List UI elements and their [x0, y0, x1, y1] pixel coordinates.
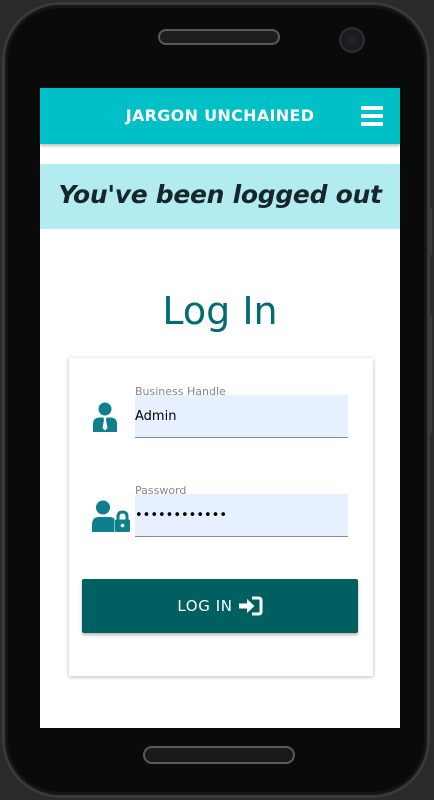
sign-in-icon [238, 596, 263, 616]
side-button [428, 314, 432, 434]
hamburger-menu-icon[interactable] [361, 106, 383, 126]
phone-camera [341, 29, 363, 51]
app-screen: JARGON UNCHAINED You've been logged out … [40, 88, 400, 728]
password-input[interactable] [135, 494, 348, 537]
phone-home-bar [145, 748, 293, 762]
logout-banner: You've been logged out [40, 164, 400, 229]
user-lock-icon [92, 500, 130, 532]
volume-button [428, 207, 432, 255]
login-card: Business Handle Password LOG IN [69, 358, 373, 676]
page-title: Log In [162, 289, 278, 333]
user-tie-icon [93, 402, 117, 432]
login-button-label: LOG IN [177, 597, 233, 615]
phone-speaker [160, 31, 278, 43]
logout-message: You've been logged out [58, 180, 382, 209]
brand-title[interactable]: JARGON UNCHAINED [40, 106, 400, 125]
handle-input[interactable] [135, 395, 348, 438]
login-button[interactable]: LOG IN [82, 579, 358, 633]
top-navbar: JARGON UNCHAINED [40, 88, 400, 144]
